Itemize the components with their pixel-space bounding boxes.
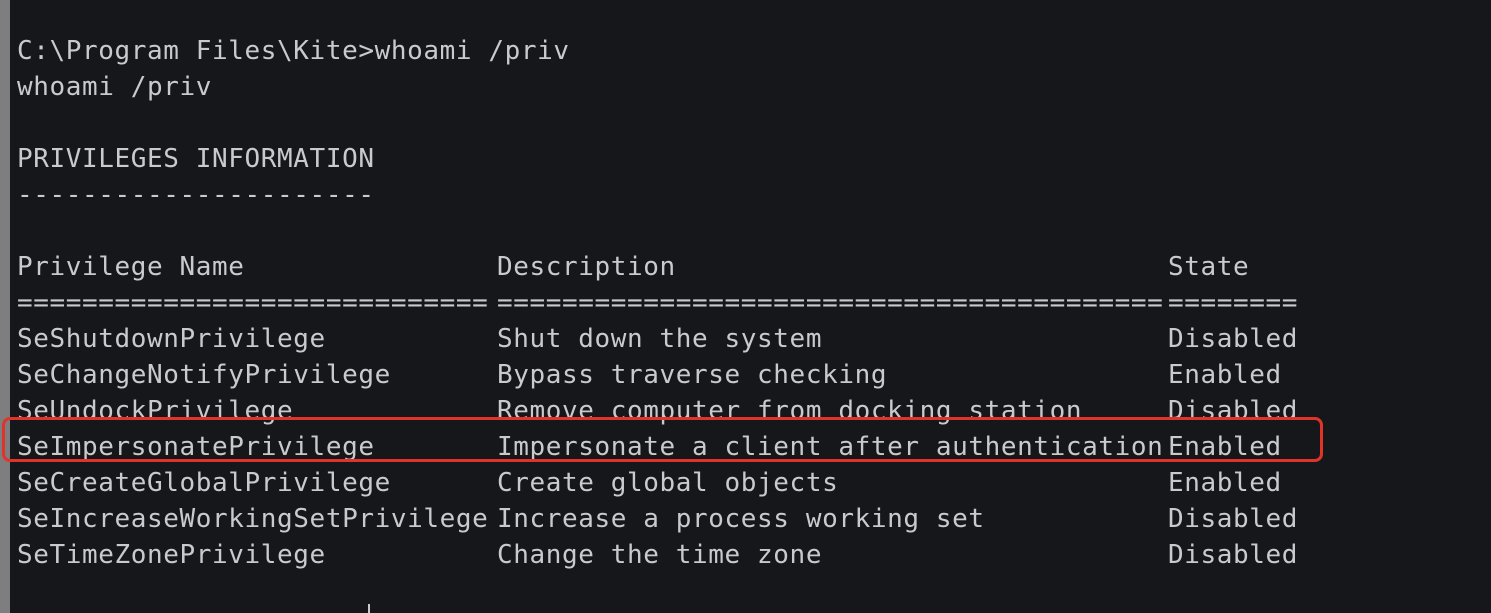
privilege-state: Enabled xyxy=(1168,468,1282,498)
table-row: SeShutdownPrivilege Shut down the system… xyxy=(0,321,1491,357)
text-cursor xyxy=(368,604,370,613)
command-echo: whoami /priv xyxy=(17,72,213,102)
privilege-description: Bypass traverse checking xyxy=(497,360,888,390)
privilege-name: SeChangeNotifyPrivilege xyxy=(17,360,391,390)
privilege-state: Enabled xyxy=(1168,360,1282,390)
privilege-state: Disabled xyxy=(1168,504,1299,534)
privilege-description: Shut down the system xyxy=(497,324,823,354)
highlight-annotation-box xyxy=(2,417,1323,462)
section-underline: ---------------------- xyxy=(17,180,375,210)
table-separator-row: ============================= ==========… xyxy=(0,285,1491,321)
header-state: State xyxy=(1168,252,1250,282)
privilege-name: SeShutdownPrivilege xyxy=(17,324,326,354)
header-privilege-name: Privilege Name xyxy=(17,252,245,282)
table-row: SeCreateGlobalPrivilege Create global ob… xyxy=(0,465,1491,501)
table-row: SeChangeNotifyPrivilege Bypass traverse … xyxy=(0,357,1491,393)
table-header-row: Privilege Name Description State xyxy=(0,249,1491,285)
privilege-name: SeCreateGlobalPrivilege xyxy=(17,468,391,498)
table-row: SeIncreaseWorkingSetPrivilege Increase a… xyxy=(0,501,1491,537)
table-row: SeTimeZonePrivilege Change the time zone… xyxy=(0,537,1491,573)
prompt-line: C:\Program Files\Kite>whoami /priv xyxy=(17,36,570,66)
separator-state: ======== xyxy=(1168,288,1299,318)
separator-description: ========================================… xyxy=(497,288,1164,318)
separator-name: ============================= xyxy=(17,288,489,318)
privilege-name: SeTimeZonePrivilege xyxy=(17,540,326,570)
terminal-window[interactable]: C:\Program Files\Kite>whoami /priv whoam… xyxy=(0,0,1491,613)
header-description: Description xyxy=(497,252,676,282)
privilege-description: Create global objects xyxy=(497,468,839,498)
section-title: PRIVILEGES INFORMATION xyxy=(17,144,375,174)
privilege-state: Disabled xyxy=(1168,540,1299,570)
privilege-state: Disabled xyxy=(1168,324,1299,354)
privilege-description: Change the time zone xyxy=(497,540,823,570)
privilege-name: SeIncreaseWorkingSetPrivilege xyxy=(17,504,489,534)
privilege-description: Increase a process working set xyxy=(497,504,985,534)
